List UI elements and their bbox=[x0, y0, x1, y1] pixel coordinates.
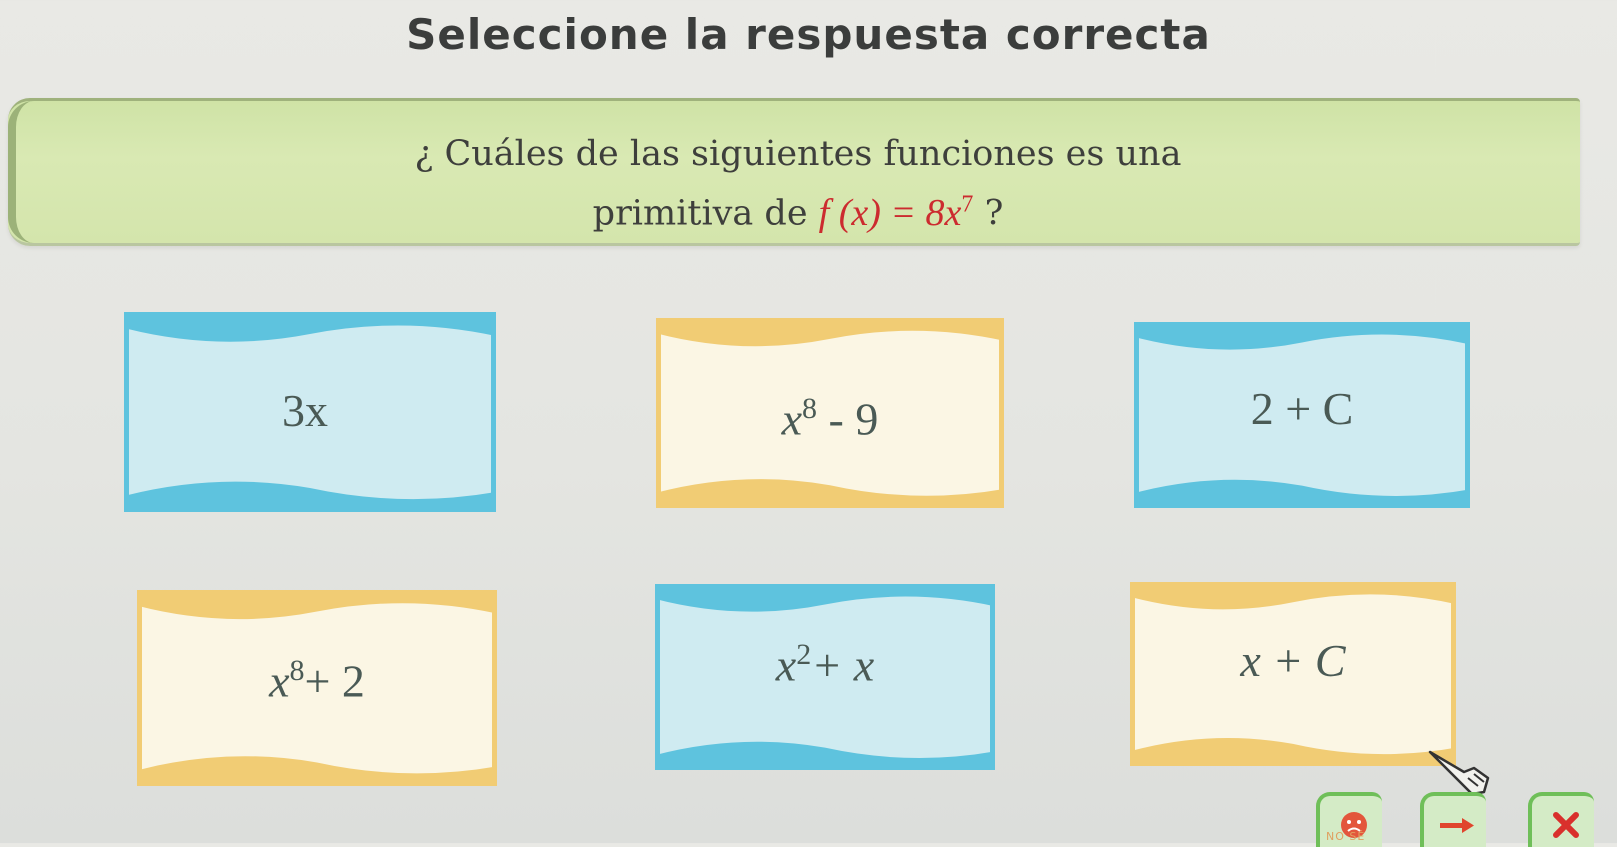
option-label: 2 + C bbox=[1250, 383, 1354, 434]
option-label: x8 - 9 bbox=[781, 392, 879, 445]
no-se-button[interactable]: NO SÉ bbox=[1316, 792, 1382, 847]
answer-option-2-plus-c[interactable]: 2 + C bbox=[1134, 322, 1470, 508]
hand-cursor-icon bbox=[1428, 750, 1490, 796]
close-icon bbox=[1553, 811, 1579, 838]
no-se-label: NO SÉ bbox=[1326, 830, 1366, 843]
close-button[interactable] bbox=[1528, 792, 1594, 847]
banner-curl-decoration bbox=[8, 101, 64, 243]
next-inner bbox=[1434, 802, 1482, 847]
question-text: ¿ Cuáles de las siguientes funciones es … bbox=[128, 129, 1468, 239]
answer-option-x-plus-c[interactable]: x + C bbox=[1130, 582, 1456, 766]
question-mark: ? bbox=[984, 193, 1004, 234]
answer-option-3x[interactable]: 3x bbox=[124, 312, 496, 512]
page-title: Seleccione la respuesta correcta bbox=[406, 10, 1211, 59]
function-expression: f (x) = 8x7 bbox=[818, 191, 974, 234]
option-label: x2+ x bbox=[775, 638, 875, 691]
question-banner: ¿ Cuáles de las siguientes funciones es … bbox=[8, 98, 1580, 246]
arrow-right-icon bbox=[1440, 817, 1474, 833]
option-label: x8+ 2 bbox=[269, 654, 365, 707]
question-line-1: ¿ Cuáles de las siguientes funciones es … bbox=[414, 134, 1182, 174]
question-line-2: primitiva de f (x) = 8x7 ? bbox=[128, 179, 1468, 239]
question-prefix: primitiva de bbox=[592, 193, 808, 234]
answer-option-x2-plus-x[interactable]: x2+ x bbox=[655, 584, 995, 770]
close-inner bbox=[1542, 802, 1590, 847]
option-label: x + C bbox=[1240, 635, 1346, 686]
option-label: 3x bbox=[282, 385, 328, 436]
next-button[interactable] bbox=[1420, 792, 1486, 847]
function-exponent: 7 bbox=[961, 191, 974, 217]
answer-option-x8-plus-2[interactable]: x8+ 2 bbox=[137, 590, 497, 786]
answer-option-x8-minus-9[interactable]: x8 - 9 bbox=[656, 318, 1004, 508]
